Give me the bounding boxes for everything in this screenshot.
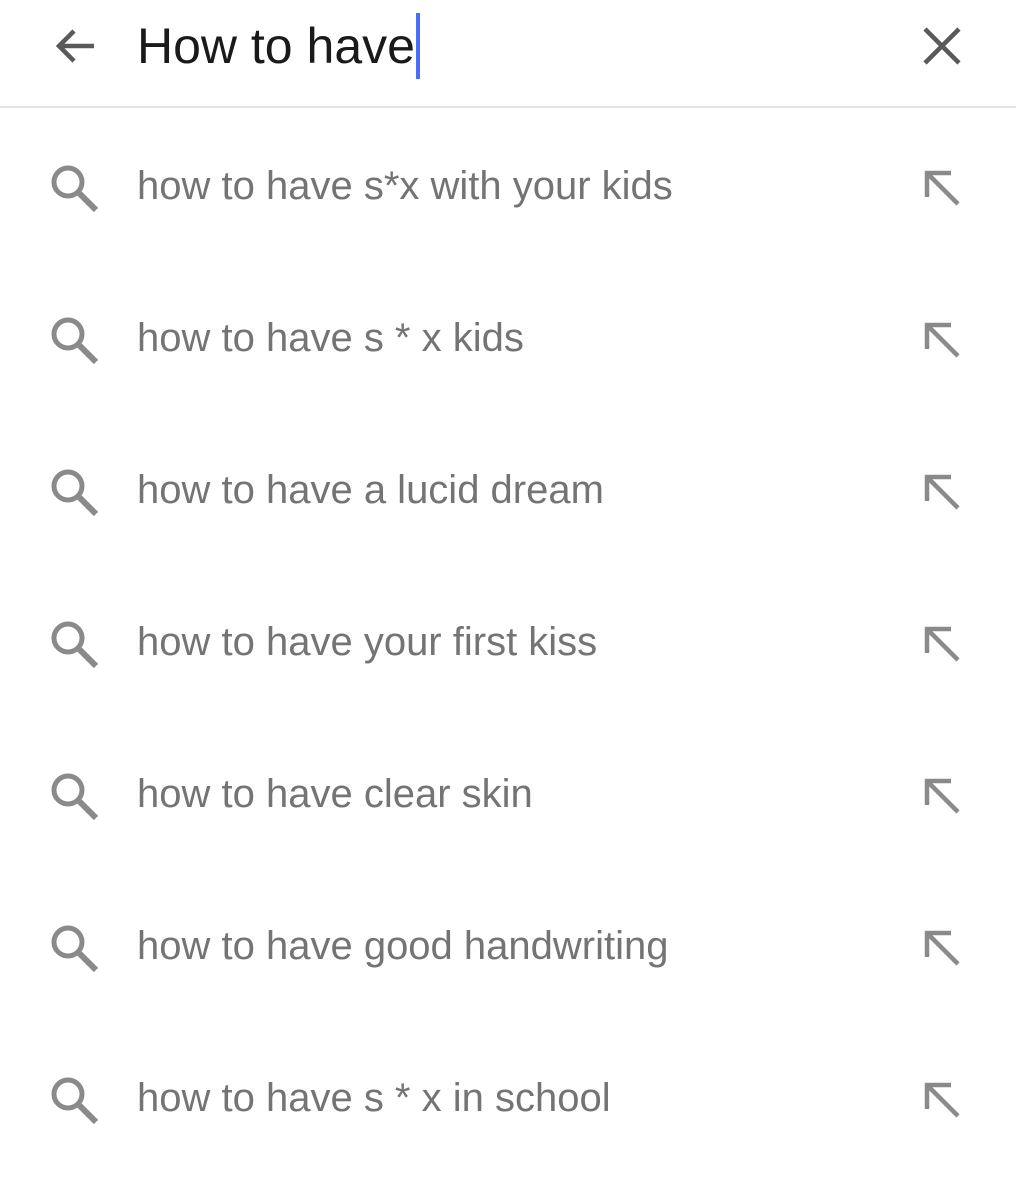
- fill-query-button[interactable]: [916, 314, 968, 366]
- arrow-up-left-icon: [924, 1082, 960, 1118]
- clear-button[interactable]: [910, 14, 974, 78]
- suggestion-item[interactable]: how to have s*x with your kids: [0, 110, 1016, 262]
- search-icon: [51, 317, 99, 365]
- search-icon: [51, 469, 99, 517]
- fill-query-button[interactable]: [916, 922, 968, 974]
- fill-query-button[interactable]: [916, 466, 968, 518]
- back-button[interactable]: [44, 14, 108, 78]
- text-caret: [415, 13, 420, 79]
- fill-query-button[interactable]: [916, 770, 968, 822]
- suggestion-text: how to have s * x in school: [137, 1076, 611, 1120]
- fill-query-button[interactable]: [916, 618, 968, 670]
- arrow-up-left-icon: [924, 778, 960, 814]
- fill-query-button[interactable]: [916, 162, 968, 214]
- suggestion-item[interactable]: how to have your first kiss: [0, 566, 1016, 718]
- close-icon: [923, 27, 961, 65]
- suggestion-text: how to have s * x kids: [137, 316, 524, 360]
- suggestion-text: how to have good handwriting: [137, 924, 669, 968]
- arrow-up-left-icon: [924, 626, 960, 662]
- search-bar: How to have: [0, 0, 1016, 108]
- arrow-up-left-icon: [924, 474, 960, 510]
- search-icon: [51, 1077, 99, 1125]
- fill-query-button[interactable]: [916, 1074, 968, 1126]
- search-icon: [51, 773, 99, 821]
- suggestion-item[interactable]: how to have s * x kids: [0, 262, 1016, 414]
- search-icon: [51, 925, 99, 973]
- suggestion-item[interactable]: how to have s * x in school: [0, 1022, 1016, 1174]
- suggestion-item[interactable]: how to have clear skin: [0, 718, 1016, 870]
- suggestion-text: how to have a lucid dream: [137, 468, 604, 512]
- search-icon: [51, 621, 99, 669]
- arrow-left-icon: [55, 29, 94, 63]
- arrow-up-left-icon: [924, 930, 960, 966]
- search-query-text: How to have: [137, 18, 415, 74]
- suggestion-list: how to have s*x with your kids how to ha…: [0, 110, 1016, 1174]
- search-input[interactable]: How to have: [137, 8, 420, 84]
- search-icon: [51, 165, 99, 213]
- arrow-up-left-icon: [924, 170, 960, 206]
- arrow-up-left-icon: [924, 322, 960, 358]
- suggestion-text: how to have s*x with your kids: [137, 164, 673, 208]
- suggestion-item[interactable]: how to have a lucid dream: [0, 414, 1016, 566]
- suggestion-item[interactable]: how to have good handwriting: [0, 870, 1016, 1022]
- suggestion-text: how to have your first kiss: [137, 620, 598, 664]
- suggestion-text: how to have clear skin: [137, 772, 533, 816]
